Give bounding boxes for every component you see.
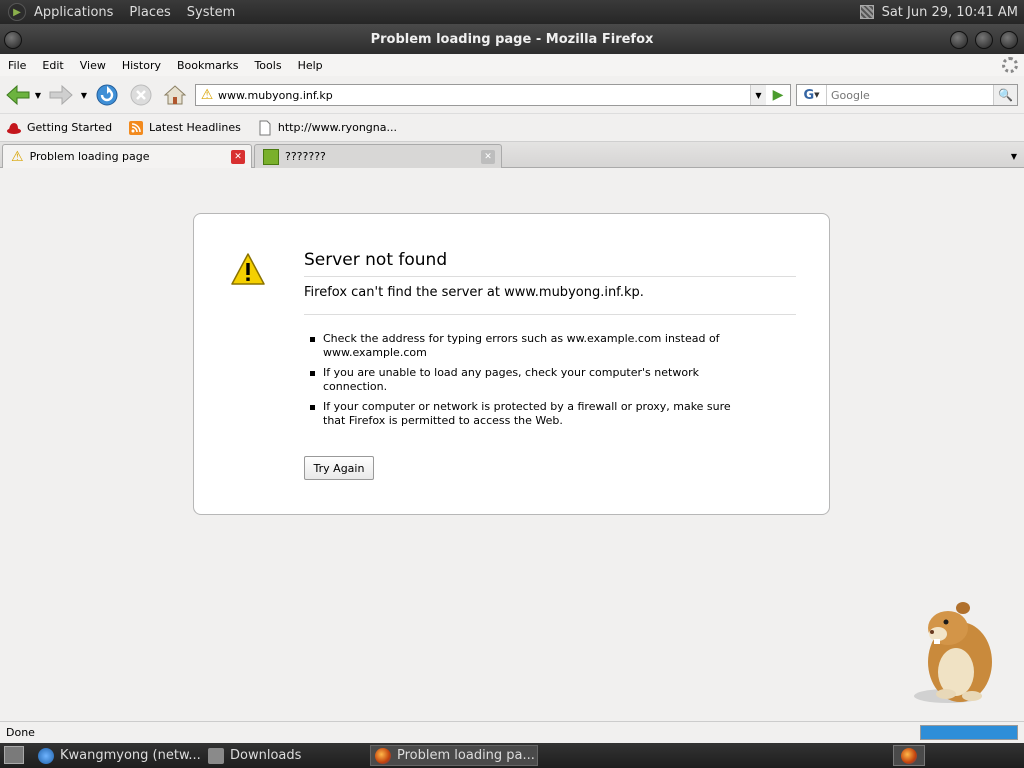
bookmarks-toolbar: Getting Started Latest Headlines http://… xyxy=(0,114,1024,142)
search-bar[interactable]: G▼ 🔍 xyxy=(796,84,1018,106)
page-icon xyxy=(259,120,271,135)
warning-icon: ⚠ xyxy=(11,148,24,165)
home-icon xyxy=(163,85,187,105)
error-title: Server not found xyxy=(304,250,796,277)
network-icon[interactable] xyxy=(859,5,874,19)
window-titlebar[interactable]: Problem loading page - Mozilla Firefox xyxy=(0,24,1024,54)
stop-button[interactable] xyxy=(128,83,154,107)
close-tab-icon[interactable]: ✕ xyxy=(231,150,245,164)
taskbar-item-firefox[interactable]: Problem loading pa... xyxy=(370,745,538,766)
places-menu[interactable]: Places xyxy=(121,5,178,20)
menu-file[interactable]: File xyxy=(0,59,34,72)
top-panel: ▶ Applications Places System Sat Jun 29,… xyxy=(0,0,1024,24)
menu-view[interactable]: View xyxy=(72,59,114,72)
menu-history[interactable]: History xyxy=(114,59,169,72)
bookmark-latest-headlines[interactable]: Latest Headlines xyxy=(128,120,241,136)
reload-icon xyxy=(96,84,118,106)
list-item: Check the address for typing errors such… xyxy=(304,332,734,360)
reload-button[interactable] xyxy=(94,83,120,107)
error-description: Firefox can't find the server at www.mub… xyxy=(304,285,796,315)
close-window-button[interactable] xyxy=(1000,31,1018,49)
task-label: Kwangmyong (netw... xyxy=(60,748,201,763)
back-button[interactable] xyxy=(5,83,31,107)
redhat-icon xyxy=(7,122,21,134)
rss-icon xyxy=(129,120,144,135)
show-desktop-icon[interactable] xyxy=(4,746,24,764)
forward-button[interactable] xyxy=(48,83,74,107)
menu-edit[interactable]: Edit xyxy=(34,59,71,72)
window-menu-button[interactable] xyxy=(4,31,22,49)
url-text[interactable]: www.mubyong.inf.kp xyxy=(218,89,750,102)
error-page-container: Server not found Firefox can't find the … xyxy=(193,213,830,515)
browser-icon xyxy=(38,747,54,764)
go-button[interactable]: ▶ xyxy=(766,85,790,105)
bookmark-getting-started[interactable]: Getting Started xyxy=(6,120,112,136)
site-icon xyxy=(263,148,279,165)
back-history-dropdown[interactable]: ▼ xyxy=(33,83,43,107)
status-text: Done xyxy=(6,726,35,739)
gnome-foot-icon[interactable]: ▶ xyxy=(8,3,26,21)
list-item: If you are unable to load any pages, che… xyxy=(304,366,734,394)
menu-tools[interactable]: Tools xyxy=(246,59,289,72)
firefox-icon xyxy=(901,747,917,764)
task-label: Problem loading pa... xyxy=(397,748,535,763)
tab-problem-loading[interactable]: ⚠ Problem loading page ✕ xyxy=(2,144,252,168)
error-tips-list: Check the address for typing errors such… xyxy=(304,332,734,434)
minimize-button[interactable] xyxy=(950,31,968,49)
taskbar-item-downloads[interactable]: Downloads xyxy=(204,745,364,766)
maximize-button[interactable] xyxy=(975,31,993,49)
navigation-toolbar: ▼ ▼ ⚠ www.mubyong.inf.kp ▼ ▶ G▼ 🔍 xyxy=(0,76,1024,114)
page-content: Server not found Firefox can't find the … xyxy=(0,168,1024,721)
stop-icon xyxy=(130,84,152,106)
back-arrow-icon xyxy=(6,84,30,106)
tab-list-button[interactable]: ▼ xyxy=(1004,144,1024,168)
bookmark-ryongnamsan[interactable]: http://www.ryongna... xyxy=(257,120,397,136)
tray-firefox-button[interactable] xyxy=(893,745,925,766)
url-bar[interactable]: ⚠ www.mubyong.inf.kp ▼ ▶ xyxy=(195,84,791,106)
progress-bar xyxy=(920,725,1018,740)
close-tab-icon[interactable]: ✕ xyxy=(481,150,495,164)
search-input[interactable] xyxy=(827,86,993,104)
chevron-down-icon: ▼ xyxy=(814,91,820,99)
menu-help[interactable]: Help xyxy=(290,59,331,72)
search-engine-selector[interactable]: G ▼ xyxy=(797,85,827,105)
window-title: Problem loading page - Mozilla Firefox xyxy=(370,31,654,47)
menubar: File Edit View History Bookmarks Tools H… xyxy=(0,54,1024,76)
folder-icon xyxy=(208,747,224,764)
firefox-icon xyxy=(375,747,391,764)
bottom-panel: Kwangmyong (netw... Downloads Problem lo… xyxy=(0,743,1024,768)
tab-label: ??????? xyxy=(285,150,326,163)
search-icon[interactable]: 🔍 xyxy=(993,85,1017,105)
activity-throbber-icon xyxy=(1002,57,1018,73)
google-icon: G xyxy=(803,87,815,103)
taskbar-item-kwangmyong[interactable]: Kwangmyong (netw... xyxy=(34,745,202,766)
bookmark-label: Getting Started xyxy=(27,121,113,134)
try-again-button[interactable]: Try Again xyxy=(304,456,374,480)
hamster-mascot-image xyxy=(914,602,992,703)
warning-icon xyxy=(231,253,265,285)
applications-menu[interactable]: Applications xyxy=(26,5,121,20)
task-label: Downloads xyxy=(230,748,302,763)
list-item: If your computer or network is protected… xyxy=(304,400,734,428)
tab-bar: ⚠ Problem loading page ✕ ??????? ✕ ▼ xyxy=(0,142,1024,168)
bookmark-label: http://www.ryongna... xyxy=(277,121,397,134)
clock[interactable]: Sat Jun 29, 10:41 AM xyxy=(882,5,1018,20)
bookmark-label: Latest Headlines xyxy=(149,121,241,134)
tab-second[interactable]: ??????? ✕ xyxy=(254,144,502,168)
forward-history-dropdown[interactable]: ▼ xyxy=(79,83,89,107)
status-bar: Done xyxy=(0,721,1024,743)
url-dropdown-button[interactable]: ▼ xyxy=(750,85,766,105)
tab-label: Problem loading page xyxy=(29,150,150,163)
warning-icon: ⚠ xyxy=(200,87,214,103)
forward-arrow-icon xyxy=(49,84,73,106)
home-button[interactable] xyxy=(162,83,188,107)
system-menu[interactable]: System xyxy=(179,5,243,20)
progress-fill xyxy=(921,726,1017,739)
menu-bookmarks[interactable]: Bookmarks xyxy=(169,59,246,72)
